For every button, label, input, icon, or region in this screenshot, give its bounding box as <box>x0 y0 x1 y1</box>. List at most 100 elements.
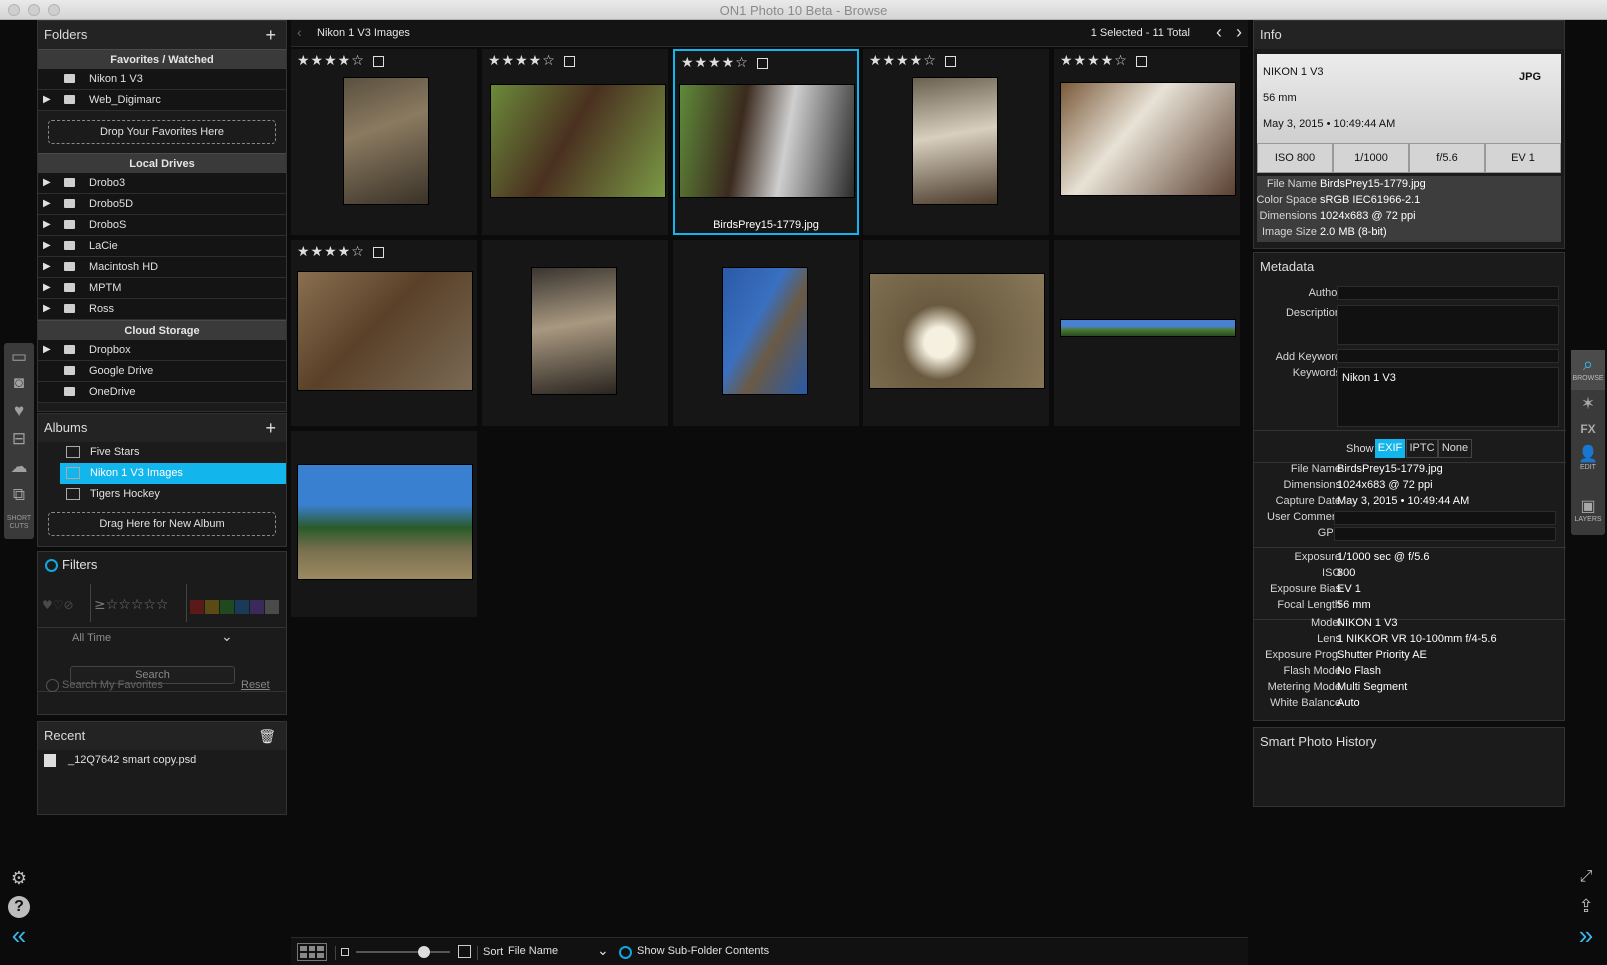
trash-icon[interactable]: 🗑 <box>258 722 276 750</box>
expand-arrow-icon[interactable]: ▶ <box>43 236 51 256</box>
add-keyword-field[interactable] <box>1337 349 1559 363</box>
develop-icon[interactable]: ✶ <box>1571 394 1605 414</box>
expand-arrow-icon[interactable]: ▶ <box>43 194 51 214</box>
collapse-left-icon[interactable]: « <box>8 922 30 948</box>
filters-toggle[interactable] <box>45 559 58 572</box>
drive-item[interactable]: ▶ Macintosh HD <box>38 257 286 278</box>
album-item-selected[interactable]: Nikon 1 V3 Images <box>60 463 286 484</box>
photo-thumbnail[interactable] <box>531 267 617 395</box>
chevron-down-icon[interactable]: ⌄ <box>597 942 609 959</box>
star-rating[interactable]: ★★★★☆ <box>869 53 937 69</box>
time-filter-dropdown[interactable]: All Time <box>72 628 111 648</box>
photo-cell[interactable]: ★★★★☆ <box>291 49 477 235</box>
rating-filter-icon[interactable]: ≥☆☆☆☆☆ <box>94 597 168 613</box>
previous-arrow-icon[interactable]: ‹ <box>1216 22 1222 43</box>
expand-arrow-icon[interactable]: ▶ <box>43 90 51 110</box>
cloud-item[interactable]: OneDrive <box>38 382 286 403</box>
cloud-item[interactable]: Google Drive <box>38 361 286 382</box>
tab-iptc[interactable]: IPTC <box>1406 439 1438 458</box>
drop-favorites-zone[interactable]: Drop Your Favorites Here <box>48 120 276 144</box>
help-icon[interactable]: ? <box>8 896 30 918</box>
chevron-down-icon[interactable]: ⌄ <box>221 628 233 645</box>
photo-thumbnail[interactable] <box>679 84 855 198</box>
tab-none[interactable]: None <box>1438 439 1472 458</box>
photo-thumbnail[interactable] <box>869 273 1045 389</box>
cloud-icon[interactable]: ☁ <box>9 457 29 477</box>
sort-dropdown[interactable]: File Name <box>508 945 558 957</box>
photo-thumbnail[interactable] <box>343 77 429 205</box>
expand-arrow-icon[interactable]: ▶ <box>43 257 51 277</box>
add-folder-button[interactable]: + <box>265 21 276 49</box>
back-arrow-icon[interactable]: ‹ <box>297 24 302 40</box>
search-favorites-toggle[interactable] <box>46 679 59 692</box>
favorite-item[interactable]: Nikon 1 V3 <box>38 69 286 90</box>
fx-icon[interactable]: FX <box>1571 422 1605 436</box>
edit-module-button[interactable]: 👤 EDIT <box>1571 444 1605 471</box>
new-album-drop-zone[interactable]: Drag Here for New Album <box>48 512 276 536</box>
cloud-item[interactable]: ▶ Dropbox <box>38 340 286 361</box>
select-checkbox[interactable] <box>373 56 384 67</box>
drive-item[interactable]: ▶ DroboS <box>38 215 286 236</box>
album-item[interactable]: Tigers Hockey <box>38 484 286 505</box>
star-rating[interactable]: ★★★★☆ <box>297 53 365 69</box>
photo-thumbnail[interactable] <box>722 267 808 395</box>
color-swatch[interactable] <box>205 600 219 614</box>
select-checkbox[interactable] <box>757 58 768 69</box>
photo-cell[interactable]: ★★★★☆ <box>291 240 477 426</box>
exif-empty-field[interactable] <box>1334 527 1556 541</box>
star-rating[interactable]: ★★★★☆ <box>681 55 749 71</box>
description-field[interactable] <box>1337 305 1559 345</box>
select-checkbox[interactable] <box>945 56 956 67</box>
photo-cell[interactable] <box>291 431 477 617</box>
expand-icon[interactable]: ⤢ <box>1575 868 1597 886</box>
expand-arrow-icon[interactable]: ▶ <box>43 340 51 360</box>
photo-cell[interactable]: ★★★★☆ <box>482 49 668 235</box>
browse-module-button[interactable]: ⌕ BROWSE <box>1571 350 1605 390</box>
color-swatch[interactable] <box>190 600 204 614</box>
album-item[interactable]: Five Stars <box>38 442 286 463</box>
gear-icon[interactable]: ⚙ <box>8 868 30 889</box>
photo-thumbnail[interactable] <box>297 271 473 391</box>
photo-thumbnail[interactable] <box>297 464 473 580</box>
color-swatch[interactable] <box>235 600 249 614</box>
color-swatch[interactable] <box>250 600 264 614</box>
color-swatch[interactable] <box>220 600 234 614</box>
recent-item[interactable]: _12Q7642 smart copy.psd <box>38 750 286 771</box>
photo-thumbnail[interactable] <box>1060 82 1236 196</box>
monitor-icon[interactable]: ▭ <box>9 347 29 367</box>
slider-handle[interactable] <box>417 946 430 958</box>
expand-arrow-icon[interactable]: ▶ <box>43 299 51 319</box>
like-filter-icon[interactable]: ♥♡⊘ <box>42 598 74 612</box>
star-rating[interactable]: ★★★★☆ <box>297 244 365 260</box>
photo-thumbnail[interactable] <box>912 77 998 205</box>
photo-cell[interactable] <box>673 240 859 426</box>
drive-item[interactable]: ▶ LaCie <box>38 236 286 257</box>
photo-cell[interactable] <box>482 240 668 426</box>
reset-link[interactable]: Reset <box>241 679 270 691</box>
photo-cell[interactable] <box>1054 240 1240 426</box>
photo-thumbnail[interactable] <box>490 84 666 198</box>
drive-item[interactable]: ▶ Drobo3 <box>38 173 286 194</box>
subfolder-toggle[interactable] <box>619 946 632 959</box>
expand-arrow-icon[interactable]: ▶ <box>43 173 51 193</box>
expand-arrow-icon[interactable]: ▶ <box>43 278 51 298</box>
photo-cell[interactable]: ★★★★☆ <box>1054 49 1240 235</box>
layers-module-button[interactable]: ▣ LAYERS <box>1571 496 1605 523</box>
select-checkbox[interactable] <box>373 247 384 258</box>
expand-arrow-icon[interactable]: ▶ <box>43 215 51 235</box>
drive-item[interactable]: ▶ Ross <box>38 299 286 320</box>
share-icon[interactable]: ⇪ <box>1575 896 1597 917</box>
star-rating[interactable]: ★★★★☆ <box>1060 53 1128 69</box>
photo-cell[interactable] <box>863 240 1049 426</box>
grid-view-icon[interactable] <box>297 943 327 961</box>
favorite-item[interactable]: ▶ Web_Digimarc <box>38 90 286 111</box>
author-field[interactable] <box>1337 286 1559 300</box>
camera-icon[interactable]: ◙ <box>9 373 29 393</box>
photo-thumbnail[interactable] <box>1060 319 1236 337</box>
thumbnail-size-slider[interactable] <box>356 946 450 958</box>
drive-item[interactable]: ▶ MPTM <box>38 278 286 299</box>
photo-cell-selected[interactable]: ★★★★☆ BirdsPrey15-1779.jpg <box>673 49 859 235</box>
exif-empty-field[interactable] <box>1334 511 1556 525</box>
heart-folder-icon[interactable]: ♥ <box>9 401 29 421</box>
keywords-field[interactable]: Nikon 1 V3 <box>1337 367 1559 427</box>
